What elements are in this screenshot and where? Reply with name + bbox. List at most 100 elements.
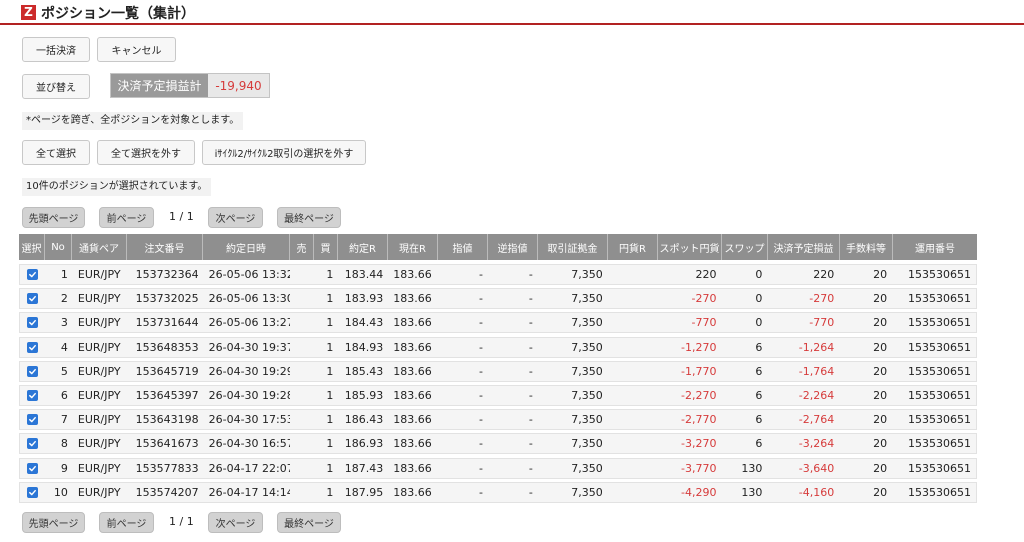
last-page-button-bottom[interactable]: 最終ページ [277,512,341,533]
select-all-button[interactable]: 全て選択 [22,140,90,165]
cell-spot: -2,770 [681,413,717,427]
cell-jpy-rate [608,483,658,502]
row-checkbox[interactable] [27,317,39,329]
deselect-cycle-button[interactable]: iｻｲｸﾙ2/ｻｲｸﾙ2取引の選択を外す [202,140,366,165]
cell-datetime: 26-04-30 17:53 [208,413,291,427]
last-page-button[interactable]: 最終ページ [277,207,341,228]
cell-rate: 187.95 [344,485,384,499]
cell-rate: 186.43 [344,413,384,427]
cell-buy: 1 [326,413,334,427]
cell-no: 7 [60,413,68,427]
row-checkbox[interactable] [27,269,39,280]
sort-button[interactable]: 並び替え [22,74,90,99]
bulk-settle-button[interactable]: 一括決済 [22,37,90,62]
cell-no: 8 [60,437,68,451]
cell-limit: - [479,485,484,499]
next-page-button[interactable]: 次ページ [208,207,263,228]
cell-current: 183.66 [393,292,432,306]
first-page-button-bottom[interactable]: 先頭ページ [22,512,85,533]
first-page-button[interactable]: 先頭ページ [22,207,85,228]
cell-limit: - [479,413,484,427]
cell-swap: 130 [741,461,763,475]
cell-no: 2 [60,292,68,306]
cell-rate: 185.43 [344,364,384,378]
notice-text: *ページを跨ぎ、全ポジションを対象とします。 [22,112,244,130]
cell-stop: - [528,340,533,354]
cell-no: 5 [60,364,68,378]
table-row: 7 EUR/JPY 153643198 26-04-30 17:53 1 186.43 18… [19,409,977,431]
cell-pl: -770 [809,316,835,330]
cell-fee: 20 [873,461,888,475]
cancel-button[interactable]: キャンセル [97,37,176,62]
cell-swap: 6 [755,340,763,354]
cell-stop: - [528,292,533,306]
page-indicator: 1 / 1 [169,210,194,223]
cell-spot: -1,270 [681,340,717,354]
cell-stop: - [528,388,533,402]
cell-datetime: 26-04-30 19:29 [208,364,291,378]
cell-sell [290,483,314,502]
prev-page-button-bottom[interactable]: 前ページ [99,512,154,533]
col-order: 注文番号 [127,234,203,260]
cell-buy: 1 [326,268,334,281]
cell-op-no: 153530651 [907,437,971,451]
col-sell: 売 [290,234,314,260]
cell-rate: 186.93 [344,437,384,451]
cell-fee: 20 [873,268,888,281]
cell-margin: 7,350 [571,437,603,451]
cell-op-no: 153530651 [907,340,971,354]
cell-order: 153643198 [135,413,199,427]
cell-pl: -2,764 [798,413,835,427]
row-checkbox[interactable] [27,486,39,498]
cell-op-no: 153530651 [907,292,971,306]
cell-no: 3 [60,316,68,330]
cell-spot: -3,770 [681,461,717,475]
cell-op-no: 153530651 [907,485,971,499]
col-op-no: 運用番号 [915,243,955,255]
cell-jpy-rate [608,313,658,332]
cell-swap: 6 [755,364,763,378]
table-row: 3 EUR/JPY 153731644 26-05-06 13:27 1 184.43 18… [19,312,977,334]
cell-margin: 7,350 [571,388,603,402]
cell-no: 1 [60,268,68,281]
row-checkbox[interactable] [27,462,39,474]
cell-jpy-rate [608,459,658,478]
row-checkbox[interactable] [27,414,39,426]
next-page-button-bottom[interactable]: 次ページ [208,512,263,533]
cell-order: 153645397 [135,388,199,402]
cell-stop: - [528,316,533,330]
cell-sell [290,289,314,308]
cell-fee: 20 [873,413,888,427]
deselect-all-button[interactable]: 全て選択を外す [97,140,195,165]
cell-fee: 20 [873,316,888,330]
cell-current: 183.66 [393,461,432,475]
cell-stop: - [528,461,533,475]
cell-order: 153645719 [135,364,199,378]
row-checkbox[interactable] [27,293,39,305]
positions-table-body: 1 EUR/JPY 153732364 26-05-06 13:32 1 183.44 18… [19,264,977,506]
positions-table-header: 選択 No 通貨ペア 注文番号 約定日時 売 買 約定R 現在R 指値 逆指値 … [19,234,977,260]
row-select-cell [20,410,46,429]
cell-jpy-rate [608,410,658,429]
row-checkbox[interactable] [27,365,39,377]
row-select-cell [20,338,46,357]
cell-pair: EUR/JPY [77,340,121,354]
row-checkbox[interactable] [27,341,39,353]
prev-page-button[interactable]: 前ページ [99,207,154,228]
row-checkbox[interactable] [27,389,39,401]
cell-pl: -3,264 [798,437,835,451]
cell-limit: - [479,437,484,451]
cell-stop: - [528,413,533,427]
cell-limit: - [479,316,484,330]
col-pair: 通貨ペア [72,234,127,260]
table-row: 2 EUR/JPY 153732025 26-05-06 13:30 1 183.93 18… [19,288,977,310]
row-checkbox[interactable] [27,438,39,450]
cell-op-no: 153530651 [907,413,971,427]
cell-swap: 6 [755,413,763,427]
cell-swap: 0 [755,268,763,281]
cell-jpy-rate [608,338,658,357]
row-select-cell [20,459,46,478]
cell-no: 4 [60,340,68,354]
col-stop: 逆指値 [488,234,538,260]
cell-swap: 6 [755,388,763,402]
